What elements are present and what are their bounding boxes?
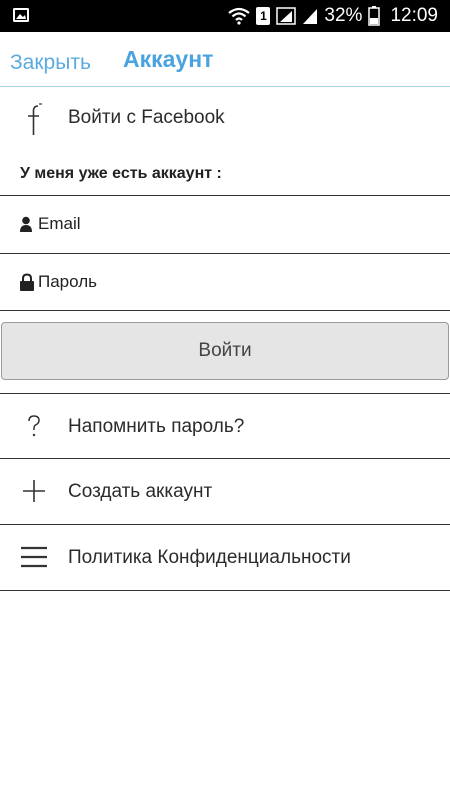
login-button[interactable]: Войти — [1, 322, 449, 380]
forgot-password-label: Напомнить пароль? — [68, 416, 245, 437]
email-field-container — [0, 195, 450, 253]
create-account-item[interactable]: Создать аккаунт — [0, 459, 450, 525]
create-account-label: Создать аккаунт — [68, 481, 213, 502]
lock-icon — [20, 273, 34, 291]
facebook-icon — [28, 103, 42, 135]
menu-lines-icon — [21, 546, 47, 568]
app-header: Закрыть Аккаунт — [0, 32, 450, 87]
plus-icon — [23, 480, 45, 502]
email-input[interactable] — [38, 196, 438, 252]
privacy-policy-label: Политика Конфиденциальности — [68, 547, 351, 568]
forgot-password-item[interactable]: Напомнить пароль? — [0, 393, 450, 459]
battery-percent: 32% — [324, 5, 363, 26]
clock: 12:09 — [390, 5, 438, 26]
facebook-login-label: Войти с Facebook — [68, 107, 225, 128]
question-icon — [28, 415, 40, 437]
battery-icon — [368, 6, 381, 26]
status-icons: 1 32% 12:09 — [228, 0, 438, 32]
facebook-login-button[interactable]: Войти с Facebook — [0, 88, 450, 148]
close-button[interactable]: Закрыть — [10, 51, 91, 75]
wifi-icon — [228, 7, 251, 25]
existing-account-label: У меня уже есть аккаунт : — [20, 165, 222, 182]
status-bar: 1 32% 12:09 — [0, 0, 450, 32]
gallery-icon — [13, 8, 29, 22]
privacy-policy-item[interactable]: Политика Конфиденциальности — [0, 525, 450, 591]
password-field-container — [0, 253, 450, 311]
user-icon — [20, 216, 32, 232]
sim-icon: 1 — [256, 7, 271, 25]
signal-icon — [276, 7, 297, 25]
page-title: Аккаунт — [123, 46, 214, 72]
password-input[interactable] — [38, 254, 438, 310]
signal-icon — [303, 9, 318, 24]
